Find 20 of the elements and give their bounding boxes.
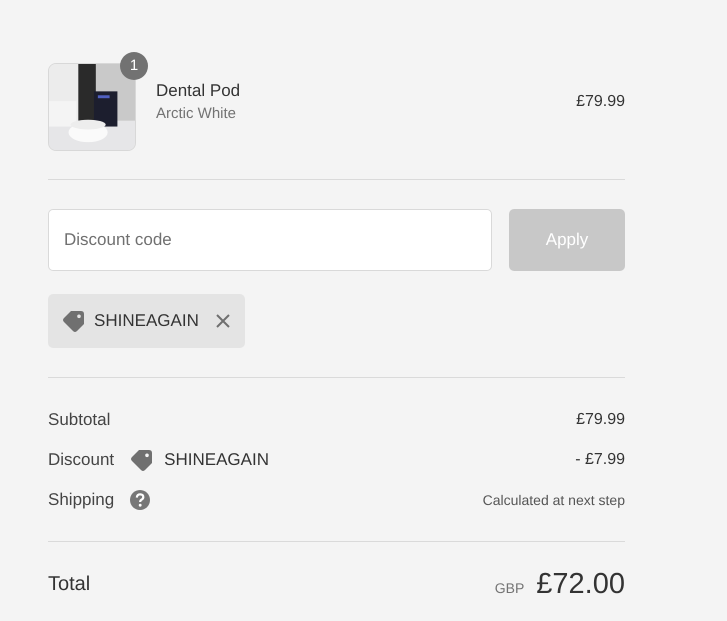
help-icon — [130, 490, 150, 510]
product-variant: Arctic White — [156, 105, 238, 122]
summary-label: Shipping — [48, 490, 114, 510]
total-label: Total — [48, 573, 90, 596]
summary-label: Discount — [48, 450, 114, 470]
discount-code: SHINEAGAIN — [94, 311, 199, 331]
quantity-badge: 1 — [120, 52, 148, 80]
summary-value: - £7.99 — [575, 450, 625, 468]
summary-value: £79.99 — [576, 410, 625, 428]
total-amount: £72.00 — [536, 568, 625, 601]
currency-label: GBP — [494, 580, 524, 596]
remove-icon[interactable] — [214, 313, 231, 329]
tag-icon — [62, 309, 86, 333]
product-price: £79.99 — [576, 92, 625, 110]
discount-code-field[interactable]: Discount code — [48, 209, 492, 271]
summary-value: Calculated at next step — [482, 492, 625, 508]
tag-icon — [130, 448, 154, 472]
summary-label: Subtotal — [48, 410, 110, 430]
product-name: Dental Pod — [156, 81, 242, 101]
discount-code: SHINEAGAIN — [164, 450, 269, 470]
